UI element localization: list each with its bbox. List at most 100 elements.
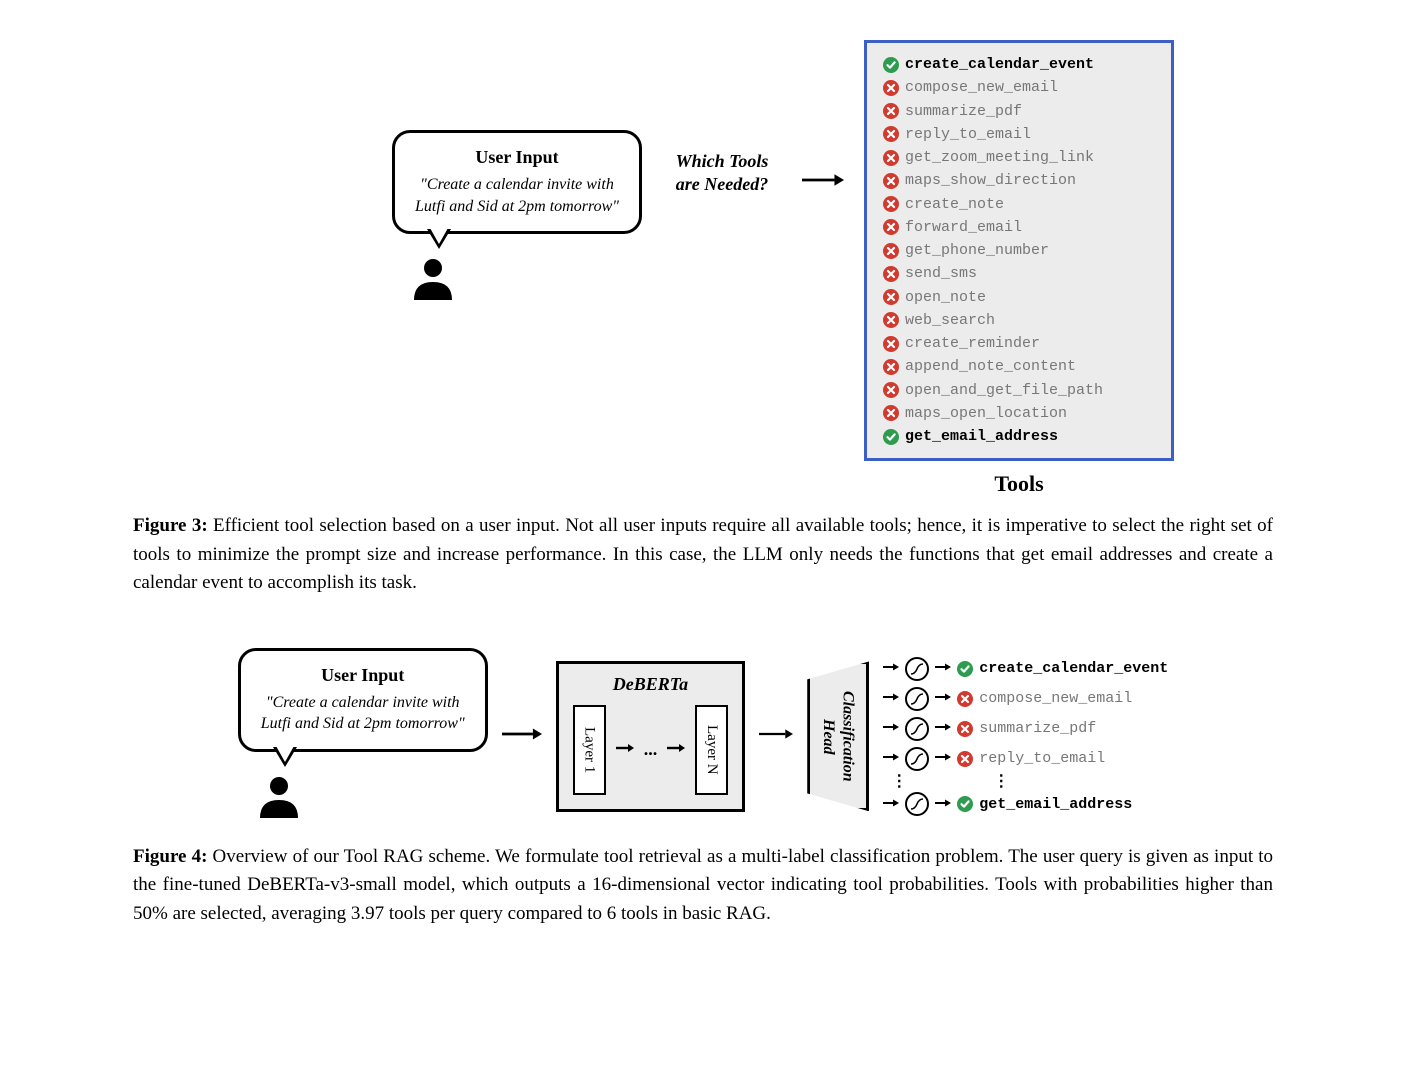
x-icon	[957, 751, 973, 767]
arrow-icon	[883, 796, 899, 813]
figure-3-label: Figure 3:	[133, 515, 208, 536]
x-icon	[883, 150, 899, 166]
arrow-icon	[883, 720, 899, 737]
output-row: get_email_address	[883, 792, 1168, 816]
classification-head-box: Classification Head	[807, 661, 869, 811]
layers-row: Layer 1 ... Layer N	[573, 705, 729, 795]
arrow-icon	[759, 724, 793, 749]
figure-4-label: Figure 4:	[133, 846, 207, 867]
layer-n-box: Layer N	[695, 705, 728, 795]
tool-name: summarize_pdf	[905, 100, 1022, 123]
tools-column: create_calendar_eventcompose_new_emailsu…	[864, 40, 1174, 497]
figure-3: User Input "Create a calendar invite wit…	[20, 40, 1386, 598]
check-icon	[957, 796, 973, 812]
sigmoid-icon	[905, 717, 929, 741]
deberta-box: DeBERTa Layer 1 ... Layer N	[556, 661, 746, 812]
output-row: compose_new_email	[883, 687, 1168, 711]
which-tools-label: Which Tools are Needed?	[662, 150, 782, 197]
tool-name: forward_email	[905, 216, 1022, 239]
tool-name: get_phone_number	[905, 239, 1049, 262]
tool-row: get_zoom_meeting_link	[883, 146, 1155, 169]
figure-4: User Input "Create a calendar invite wit…	[20, 648, 1386, 929]
arrow-icon	[667, 741, 685, 759]
x-icon	[883, 359, 899, 375]
sigmoid-icon	[905, 747, 929, 771]
tool-name: maps_open_location	[905, 402, 1067, 425]
tool-name: create_note	[905, 193, 1004, 216]
x-icon	[957, 721, 973, 737]
speech-bubble-2: User Input "Create a calendar invite wit…	[238, 648, 488, 752]
x-icon	[957, 691, 973, 707]
x-icon	[883, 219, 899, 235]
x-icon	[883, 382, 899, 398]
tool-name: open_and_get_file_path	[905, 379, 1103, 402]
output-row: create_calendar_event	[883, 657, 1168, 681]
x-icon	[883, 312, 899, 328]
tool-row: send_sms	[883, 262, 1155, 285]
arrow-icon	[883, 750, 899, 767]
sigmoid-icon	[905, 687, 929, 711]
tool-name: web_search	[905, 309, 995, 332]
x-icon	[883, 336, 899, 352]
output-tool-name: get_email_address	[979, 796, 1132, 813]
figure-3-diagram: User Input "Create a calendar invite wit…	[20, 40, 1386, 497]
tools-label: Tools	[994, 471, 1043, 497]
output-tool-name: compose_new_email	[979, 690, 1132, 707]
layer-1-box: Layer 1	[573, 705, 606, 795]
tool-name: open_note	[905, 286, 986, 309]
figure-4-caption-text: Overview of our Tool RAG scheme. We form…	[133, 846, 1273, 924]
arrow-icon	[935, 720, 951, 737]
x-icon	[883, 243, 899, 259]
output-tool-name: reply_to_email	[979, 750, 1105, 767]
tool-row: summarize_pdf	[883, 100, 1155, 123]
tool-row: append_note_content	[883, 355, 1155, 378]
arrow-icon	[616, 741, 634, 759]
x-icon	[883, 80, 899, 96]
user-input-title: User Input	[415, 147, 619, 168]
arrow-icon	[935, 690, 951, 707]
tool-row: open_and_get_file_path	[883, 379, 1155, 402]
arrow-icon	[802, 170, 844, 195]
arrow-icon	[935, 796, 951, 813]
x-icon	[883, 289, 899, 305]
classification-head-label: Classification Head	[819, 674, 857, 798]
user-input-text-2: "Create a calendar invite with Lutfi and…	[261, 692, 465, 735]
tool-row: get_phone_number	[883, 239, 1155, 262]
figure-4-diagram: User Input "Create a calendar invite wit…	[20, 648, 1386, 825]
vertical-dots: ⋮⋮	[883, 777, 1168, 787]
figure-3-caption: Figure 3: Efficient tool selection based…	[73, 512, 1333, 598]
x-icon	[883, 266, 899, 282]
check-icon	[883, 429, 899, 445]
arrow-icon	[883, 690, 899, 707]
arrow-icon	[935, 660, 951, 677]
check-icon	[883, 57, 899, 73]
user-icon-2	[256, 774, 302, 825]
figure-4-caption: Figure 4: Overview of our Tool RAG schem…	[73, 843, 1333, 929]
layer-dots: ...	[644, 739, 658, 760]
tool-row: create_reminder	[883, 332, 1155, 355]
tool-row: get_email_address	[883, 425, 1155, 448]
tool-name: send_sms	[905, 262, 977, 285]
user-input-group: User Input "Create a calendar invite wit…	[392, 130, 642, 307]
user-input-group-2: User Input "Create a calendar invite wit…	[238, 648, 488, 825]
output-tool-name: summarize_pdf	[979, 720, 1096, 737]
arrow-icon	[883, 660, 899, 677]
tool-row: web_search	[883, 309, 1155, 332]
arrow-icon	[502, 724, 542, 749]
tool-row: maps_open_location	[883, 402, 1155, 425]
x-icon	[883, 405, 899, 421]
tools-box: create_calendar_eventcompose_new_emailsu…	[864, 40, 1174, 461]
output-row: summarize_pdf	[883, 717, 1168, 741]
user-input-text: "Create a calendar invite with Lutfi and…	[415, 174, 619, 217]
tool-row: create_note	[883, 193, 1155, 216]
tool-name: reply_to_email	[905, 123, 1031, 146]
tool-row: forward_email	[883, 216, 1155, 239]
tool-name: append_note_content	[905, 355, 1076, 378]
tool-row: reply_to_email	[883, 123, 1155, 146]
arrow-icon	[935, 750, 951, 767]
check-icon	[957, 661, 973, 677]
tool-name: compose_new_email	[905, 76, 1058, 99]
tool-name: get_zoom_meeting_link	[905, 146, 1094, 169]
tool-name: create_calendar_event	[905, 53, 1094, 76]
output-row: reply_to_email	[883, 747, 1168, 771]
